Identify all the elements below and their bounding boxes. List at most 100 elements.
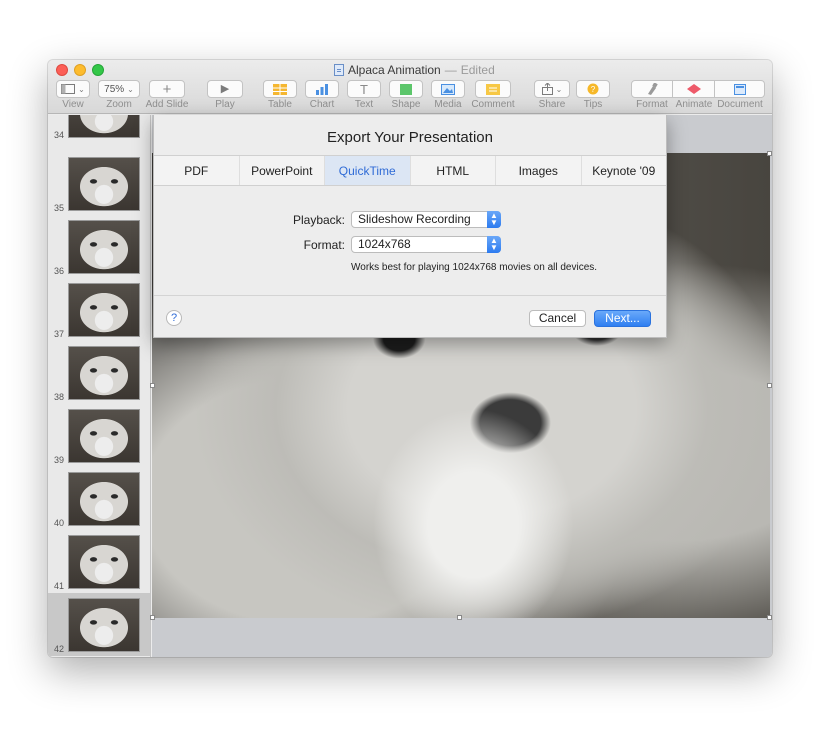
alpaca-thumbnail-image bbox=[68, 472, 140, 526]
tips-button[interactable]: ? bbox=[576, 80, 610, 98]
document-button[interactable] bbox=[715, 80, 765, 98]
window-title: Alpaca Animation — Edited bbox=[334, 63, 495, 77]
animate-diamond-icon bbox=[686, 84, 701, 94]
document-name: Alpaca Animation bbox=[348, 63, 441, 77]
fullscreen-window-button[interactable] bbox=[92, 64, 104, 76]
slide-thumbnail[interactable]: 38 bbox=[48, 341, 150, 404]
tab-pdf[interactable]: PDF bbox=[154, 156, 240, 185]
media-button[interactable] bbox=[431, 80, 465, 98]
chevron-down-icon: ⌄ bbox=[127, 84, 134, 94]
slide-thumbnail[interactable]: 40 bbox=[48, 467, 150, 530]
chevron-down-icon: ⌄ bbox=[555, 84, 563, 94]
media-label: Media bbox=[434, 99, 462, 110]
format-select[interactable]: 1024x768 ▲ ▼ bbox=[351, 236, 501, 253]
slide-number: 40 bbox=[54, 518, 65, 528]
resize-handle[interactable] bbox=[767, 151, 772, 156]
alpaca-thumbnail-image bbox=[68, 346, 140, 400]
slide-thumbnail[interactable]: 39 bbox=[48, 404, 150, 467]
slide-number: 34 bbox=[54, 130, 65, 140]
tab-keynote-09[interactable]: Keynote '09 bbox=[582, 156, 667, 185]
slide-thumbnail[interactable]: 34 bbox=[48, 115, 150, 142]
slide-number: 38 bbox=[54, 392, 65, 402]
dialog-title: Export Your Presentation bbox=[327, 129, 493, 146]
tab-html[interactable]: HTML bbox=[411, 156, 496, 185]
tips-label: Tips bbox=[583, 99, 603, 110]
comment-button[interactable] bbox=[475, 80, 511, 98]
close-window-button[interactable] bbox=[56, 64, 68, 76]
shape-label: Shape bbox=[391, 99, 421, 110]
dialog-divider bbox=[154, 295, 666, 296]
table-button[interactable] bbox=[263, 80, 297, 98]
view-button[interactable]: ⌄ bbox=[56, 80, 90, 98]
format-button[interactable] bbox=[631, 80, 673, 98]
lightbulb-icon: ? bbox=[587, 83, 599, 95]
format-label: Format: bbox=[303, 238, 345, 252]
alpaca-thumbnail-image bbox=[68, 157, 140, 211]
chevron-down-icon: ⌄ bbox=[78, 84, 85, 94]
animate-button[interactable] bbox=[673, 80, 715, 98]
minimize-window-button[interactable] bbox=[74, 64, 86, 76]
view-label: View bbox=[62, 99, 84, 110]
slide-navigator[interactable]: 34 35 36 37 38 39 40 41 42 bbox=[48, 115, 151, 657]
zoom-value: 75% bbox=[104, 83, 125, 95]
shape-button[interactable] bbox=[389, 80, 423, 98]
playback-select[interactable]: Slideshow Recording ▲ ▼ bbox=[351, 211, 501, 228]
tab-powerpoint[interactable]: PowerPoint bbox=[240, 156, 325, 185]
share-button[interactable]: ⌄ bbox=[534, 80, 570, 98]
play-label: Play bbox=[215, 99, 235, 110]
resize-handle[interactable] bbox=[767, 615, 772, 620]
slide-thumbnail[interactable]: 35 bbox=[48, 152, 150, 215]
chart-button[interactable] bbox=[305, 80, 339, 98]
format-hint: Works best for playing 1024x768 movies o… bbox=[351, 262, 598, 273]
slide-thumbnail[interactable]: 36 bbox=[48, 215, 150, 278]
slide-number: 35 bbox=[54, 203, 65, 213]
slide-number: 36 bbox=[54, 266, 65, 276]
alpaca-thumbnail-image bbox=[68, 115, 140, 138]
separator: — bbox=[444, 63, 457, 77]
table-label: Table bbox=[268, 99, 292, 110]
text-icon: T bbox=[360, 81, 368, 97]
format-value: 1024x768 bbox=[358, 237, 411, 251]
resize-handle[interactable] bbox=[150, 615, 155, 620]
slide-number: 39 bbox=[54, 455, 65, 465]
keynote-window: Alpaca Animation — Edited ⌄ View 75% ⌄ Z… bbox=[48, 60, 772, 657]
text-label: Text bbox=[354, 99, 374, 110]
share-label: Share bbox=[538, 99, 566, 110]
plus-icon: + bbox=[162, 80, 172, 98]
zoom-button[interactable]: 75% ⌄ bbox=[98, 80, 140, 98]
tab-images[interactable]: Images bbox=[496, 156, 582, 185]
resize-handle[interactable] bbox=[150, 383, 155, 388]
add-slide-label: Add Slide bbox=[145, 99, 189, 110]
shape-icon bbox=[400, 83, 412, 95]
comment-label: Comment bbox=[471, 99, 515, 110]
alpaca-thumbnail-image bbox=[68, 283, 140, 337]
text-button[interactable]: T bbox=[347, 80, 381, 98]
playback-label: Playback: bbox=[292, 213, 345, 227]
edited-status: Edited bbox=[460, 63, 495, 77]
add-slide-button[interactable]: + bbox=[149, 80, 185, 98]
slide-number: 42 bbox=[54, 644, 65, 654]
sidebar-view-icon bbox=[61, 84, 76, 94]
slide-number: 37 bbox=[54, 329, 65, 339]
updown-stepper-icon: ▲ ▼ bbox=[487, 236, 501, 253]
share-icon bbox=[541, 83, 553, 95]
cancel-button[interactable]: Cancel bbox=[529, 310, 586, 327]
slide-thumbnail-selected[interactable]: 42 bbox=[48, 593, 150, 656]
tab-quicktime[interactable]: QuickTime bbox=[325, 156, 411, 185]
alpaca-thumbnail-image bbox=[68, 535, 140, 589]
zoom-label: Zoom bbox=[106, 99, 132, 110]
comment-icon bbox=[486, 83, 500, 95]
chart-label: Chart bbox=[309, 99, 335, 110]
slide-thumbnail[interactable]: 37 bbox=[48, 278, 150, 341]
resize-handle[interactable] bbox=[767, 383, 772, 388]
document-icon bbox=[733, 83, 746, 95]
table-icon bbox=[273, 83, 287, 95]
slide-thumbnail[interactable]: 41 bbox=[48, 530, 150, 593]
resize-handle[interactable] bbox=[457, 615, 462, 620]
help-button[interactable]: ? bbox=[166, 310, 182, 326]
next-button[interactable]: Next... bbox=[594, 310, 651, 327]
alpaca-thumbnail-image bbox=[68, 220, 140, 274]
play-button[interactable]: ▶ bbox=[207, 80, 243, 98]
export-dialog: Export Your Presentation PDF PowerPoint … bbox=[153, 115, 667, 338]
alpaca-thumbnail-image bbox=[68, 598, 140, 652]
